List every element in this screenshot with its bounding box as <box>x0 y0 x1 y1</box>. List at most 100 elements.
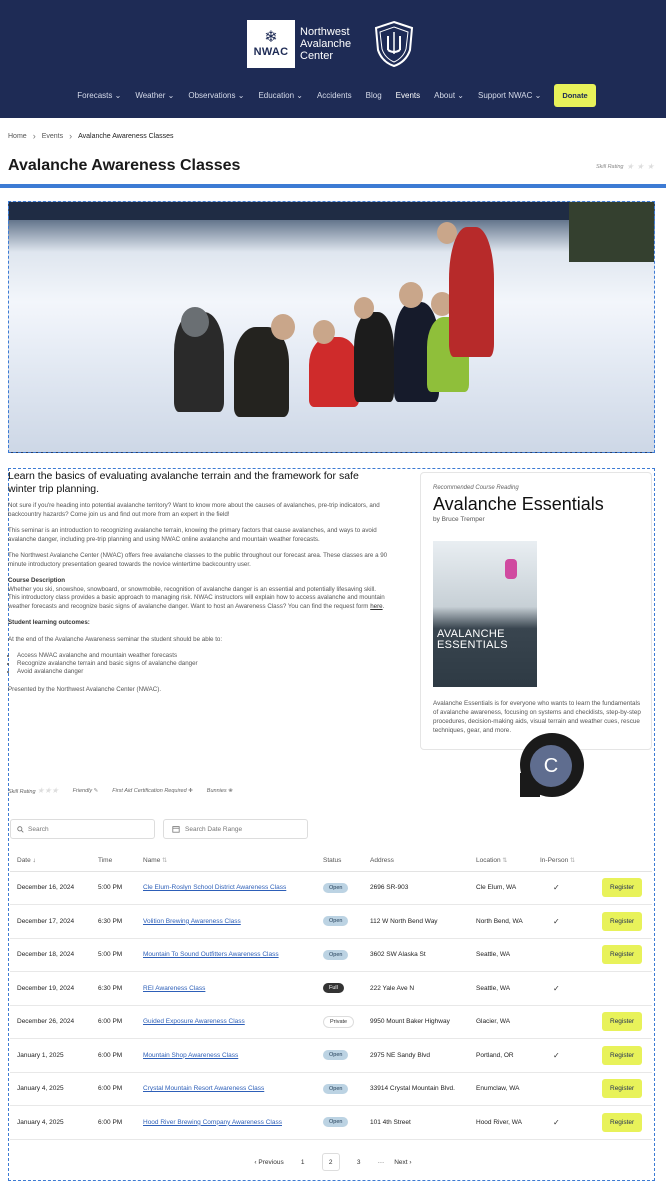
outcomes-title: Student learning outcomes: <box>8 619 90 626</box>
logo-text[interactable]: Northwest Avalanche Center <box>300 26 351 62</box>
register-button[interactable]: Register <box>602 1045 643 1065</box>
request-form-link[interactable]: here <box>370 603 382 610</box>
nav-item-observations[interactable]: Observations ⌄ <box>181 91 251 100</box>
col-location[interactable]: Location ⇅ <box>469 850 533 872</box>
cell-location: Enumclaw, WA <box>469 1072 533 1106</box>
donate-button[interactable]: Donate <box>554 84 596 107</box>
site-header: ❄ NWAC Northwest Avalanche Center Foreca… <box>0 0 666 118</box>
tag-label: First Aid Certification Required <box>112 787 187 794</box>
checkmark-icon: ✓ <box>553 883 560 893</box>
main-nav: Forecasts ⌄ Weather ⌄ Observations ⌄ Educat… <box>0 84 666 107</box>
cell-time: 6:30 PM <box>91 904 136 939</box>
page-2-button[interactable]: 2 <box>321 1153 340 1171</box>
col-name-label: Name <box>143 856 161 864</box>
event-link[interactable]: Crystal Mountain Resort Awareness Class <box>143 1085 264 1092</box>
status-badge: Open <box>323 1117 349 1128</box>
hero-photo <box>8 201 655 453</box>
avatar-initial: C <box>530 745 572 787</box>
cell-in_person: ✓ <box>533 904 595 939</box>
course-description-title: Course Description <box>8 577 66 584</box>
col-name[interactable]: Name ⇅ <box>136 850 316 872</box>
chevron-down-icon: ⌄ <box>235 91 245 100</box>
register-button[interactable]: Register <box>602 1112 643 1132</box>
book-cover[interactable]: AVALANCHE ESSENTIALS <box>433 541 537 687</box>
nav-item-about[interactable]: About ⌄ <box>427 91 471 100</box>
chevron-right-icon: › <box>69 131 73 141</box>
register-button[interactable]: Register <box>602 878 643 898</box>
event-tags: Skill Rating ★★★ Friendly ✎ First Aid Ce… <box>8 786 233 795</box>
cell-register: Register <box>595 1105 652 1140</box>
event-link[interactable]: Cle Elum-Roslyn School District Awarenes… <box>143 884 286 891</box>
search-input[interactable]: Search <box>10 819 155 839</box>
intro-section: Learn the basics of evaluating avalanche… <box>8 470 388 703</box>
cell-name: Volition Brewing Awareness Class <box>136 904 316 939</box>
event-link[interactable]: Hood River Brewing Company Awareness Cla… <box>143 1119 282 1126</box>
register-button[interactable]: Register <box>602 911 643 931</box>
cell-in_person <box>533 1072 595 1106</box>
page-3-button[interactable]: 3 <box>350 1153 368 1171</box>
date-range-input[interactable]: Search Date Range <box>163 819 308 839</box>
course-description-text: Whether you ski, snowshoe, snowboard, or… <box>8 585 385 610</box>
chevron-down-icon: ⌄ <box>455 91 464 100</box>
cell-location: Seattle, WA <box>469 938 533 972</box>
cell-date: December 26, 2024 <box>10 1005 91 1039</box>
cell-address: 3602 SW Alaska St <box>363 938 469 972</box>
cell-address: 222 Yale Ave N <box>363 971 469 1006</box>
table-header-row: Date ↓ Time Name ⇅ Status Address Locati… <box>10 850 652 872</box>
col-date[interactable]: Date ↓ <box>10 850 91 872</box>
previous-page-button[interactable]: ‹ Previous <box>254 1159 283 1166</box>
breadcrumb: Home › Events › Avalanche Awareness Clas… <box>8 131 174 141</box>
cell-name: Guided Exposure Awareness Class <box>136 1005 316 1039</box>
register-button[interactable]: Register <box>602 945 643 965</box>
tag-label: Bunnies <box>206 787 227 794</box>
search-icon <box>17 825 24 833</box>
chevron-right-icon: › <box>32 131 36 141</box>
book-cover-title: AVALANCHE ESSENTIALS <box>437 629 508 651</box>
status-badge: Private <box>323 1015 355 1028</box>
next-page-button[interactable]: Next › <box>394 1159 411 1166</box>
nav-item-events[interactable]: Events <box>389 91 427 100</box>
event-link[interactable]: Mountain Shop Awareness Class <box>143 1052 238 1059</box>
status-badge: Open <box>323 1050 349 1061</box>
cell-address: 112 W North Bend Way <box>363 904 469 939</box>
col-time: Time <box>91 850 136 872</box>
cell-status: Open <box>316 1038 363 1073</box>
skill-rating-tag: Skill Rating ★★★ <box>8 786 59 795</box>
tag-label: Skill Rating <box>8 789 36 795</box>
nav-item-support-nwac[interactable]: Support NWAC ⌄ <box>471 91 548 100</box>
register-button[interactable]: Register <box>602 1079 643 1099</box>
breadcrumb-home[interactable]: Home <box>8 133 27 140</box>
cell-register: Register <box>595 1005 652 1039</box>
event-link[interactable]: REI Awareness Class <box>143 985 205 992</box>
divider-bar <box>0 184 666 188</box>
event-link[interactable]: Mountain To Sound Outfitters Awareness C… <box>143 951 279 958</box>
nav-item-blog[interactable]: Blog <box>359 91 389 100</box>
col-in-person[interactable]: In-Person ⇅ <box>533 850 595 872</box>
nav-label: About <box>434 91 456 100</box>
nwac-logo[interactable]: ❄ NWAC <box>247 20 295 68</box>
chat-avatar[interactable]: C <box>520 733 584 797</box>
arrow-down-icon: ↓ <box>32 856 36 864</box>
nav-label: Weather <box>135 91 166 100</box>
nav-item-accidents[interactable]: Accidents <box>310 91 359 100</box>
event-link[interactable]: Volition Brewing Awareness Class <box>143 918 241 925</box>
nav-label: Education <box>258 91 295 100</box>
cell-in_person <box>533 1005 595 1039</box>
forest-service-shield-icon[interactable] <box>372 20 416 68</box>
cell-address: 101 4th Street <box>363 1105 469 1140</box>
col-status: Status <box>316 850 363 872</box>
nav-item-education[interactable]: Education ⌄ <box>251 91 310 100</box>
nav-item-forecasts[interactable]: Forecasts ⌄ <box>70 91 128 100</box>
table-row: December 18, 2024 5:00 PM Mountain To Soun… <box>10 938 652 972</box>
cell-location: Glacier, WA <box>469 1005 533 1039</box>
event-link[interactable]: Guided Exposure Awareness Class <box>143 1018 245 1025</box>
cell-name: Mountain Shop Awareness Class <box>136 1038 316 1073</box>
checkmark-icon: ✓ <box>553 983 560 993</box>
checkmark-icon: ✓ <box>553 1117 560 1127</box>
nav-item-weather[interactable]: Weather ⌄ <box>128 91 181 100</box>
outcome-item: Recognize avalanche terrain and basic si… <box>17 660 388 668</box>
table-row: January 4, 2025 6:00 PM Hood River Brewing… <box>10 1105 652 1140</box>
breadcrumb-events[interactable]: Events <box>42 133 63 140</box>
register-button[interactable]: Register <box>602 1012 643 1032</box>
page-1-button[interactable]: 1 <box>294 1153 312 1171</box>
